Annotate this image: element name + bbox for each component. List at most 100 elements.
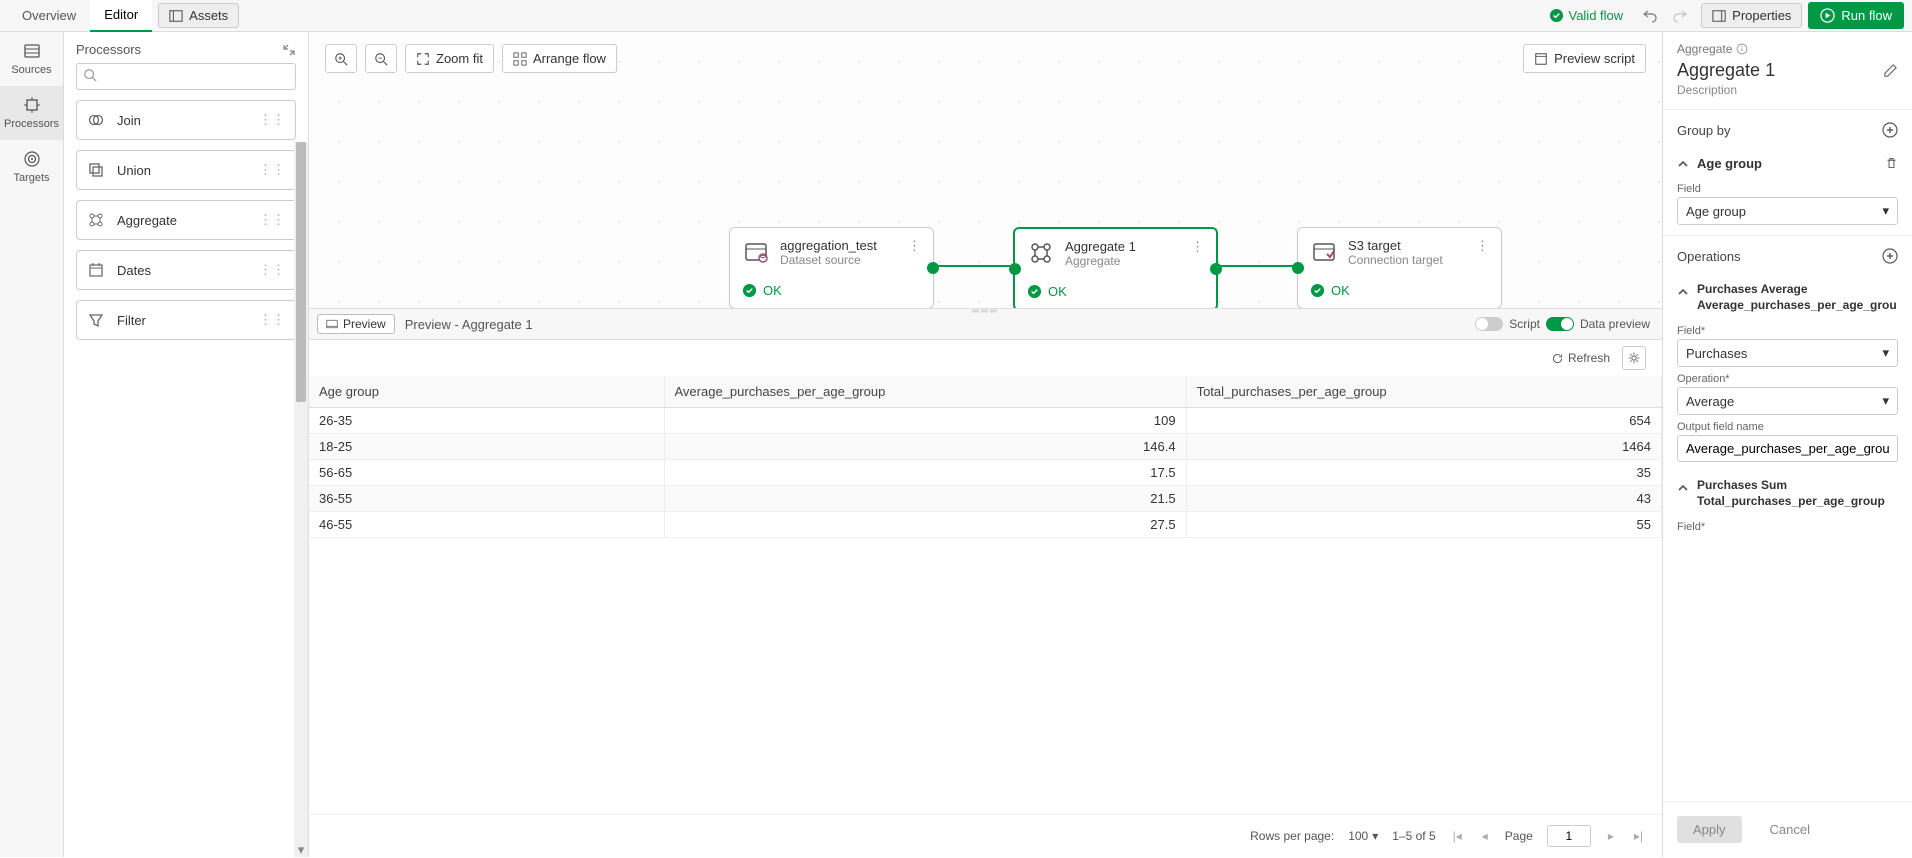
output-port[interactable] (927, 262, 939, 274)
node-menu-button[interactable]: ⋮ (908, 238, 921, 267)
resize-handle[interactable]: ═══ (972, 306, 999, 317)
drag-handle-icon: ⋮⋮ (259, 162, 285, 178)
tab-editor[interactable]: Editor (90, 0, 152, 32)
zoom-fit-button[interactable]: Zoom fit (405, 44, 494, 73)
table-row[interactable]: 18-25146.41464 (309, 434, 1662, 460)
table-cell: 17.5 (664, 460, 1186, 486)
page-input[interactable] (1547, 825, 1591, 847)
table-row[interactable]: 36-5521.543 (309, 486, 1662, 512)
table-row[interactable]: 56-6517.535 (309, 460, 1662, 486)
column-header[interactable]: Age group (309, 376, 664, 408)
zoom-out-button[interactable] (365, 44, 397, 73)
processor-card-join[interactable]: Join⋮⋮ (76, 100, 296, 140)
rows-per-page-label: Rows per page: (1250, 829, 1334, 843)
operation-title: Purchases Sum (1697, 478, 1898, 494)
group-by-header: Group by (1677, 123, 1730, 138)
rail-processors[interactable]: Processors (0, 86, 63, 140)
node-menu-button[interactable]: ⋮ (1191, 239, 1204, 268)
node-title: S3 target (1348, 238, 1443, 253)
output-port[interactable] (1210, 263, 1222, 275)
flow-node-n2[interactable]: Aggregate 1Aggregate⋮OK (1013, 227, 1218, 308)
delete-group-item-button[interactable] (1885, 157, 1898, 170)
input-port[interactable] (1009, 263, 1021, 275)
processor-card-filter[interactable]: Filter⋮⋮ (76, 300, 296, 340)
chevron-down-icon: ▾ (1882, 393, 1889, 409)
flow-node-n3[interactable]: S3 targetConnection target⋮OK (1297, 227, 1502, 308)
processors-panel: Processors Join⋮⋮Union⋮⋮Aggregate⋮⋮Dates… (64, 32, 309, 857)
table-cell: 27.5 (664, 512, 1186, 538)
apply-button[interactable]: Apply (1677, 816, 1742, 843)
table-cell: 1464 (1186, 434, 1661, 460)
rail-sources[interactable]: Sources (0, 32, 63, 86)
preview-toggle-button[interactable]: Preview (317, 314, 395, 334)
table-settings-button[interactable] (1622, 346, 1646, 370)
op-operation-select[interactable]: Average▾ (1677, 387, 1898, 415)
processor-search-input[interactable] (76, 63, 296, 90)
node-title: aggregation_test (780, 238, 877, 253)
table-cell: 36-55 (309, 486, 664, 512)
tab-overview[interactable]: Overview (8, 0, 90, 32)
scroll-down-button[interactable]: ▾ (294, 843, 308, 857)
preview-data-table: Age groupAverage_purchases_per_age_group… (309, 376, 1662, 538)
page-prev-button[interactable]: ◂ (1479, 829, 1491, 843)
table-cell: 55 (1186, 512, 1661, 538)
group-by-field-select[interactable]: Age group ▾ (1677, 197, 1898, 225)
page-last-button[interactable]: ▸| (1631, 829, 1646, 843)
properties-button[interactable]: Properties (1701, 3, 1802, 28)
collapse-op-button[interactable] (1677, 482, 1689, 494)
collapse-op-button[interactable] (1677, 286, 1689, 298)
table-cell: 46-55 (309, 512, 664, 538)
node-title: Aggregate 1 (1677, 60, 1883, 81)
trash-icon (1885, 157, 1898, 170)
table-cell: 21.5 (664, 486, 1186, 512)
aggregate-icon (87, 211, 105, 229)
script-icon (1534, 52, 1548, 66)
redo-button[interactable] (1665, 1, 1695, 31)
cancel-button[interactable]: Cancel (1754, 816, 1826, 843)
collapse-group-item-button[interactable] (1677, 158, 1689, 170)
assets-button[interactable]: Assets (158, 3, 239, 28)
scrollbar-track: ▾ (294, 142, 308, 857)
edit-icon[interactable] (1883, 63, 1898, 78)
target-icon (23, 150, 41, 168)
page-next-button[interactable]: ▸ (1605, 829, 1617, 843)
flow-node-n1[interactable]: aggregation_testDataset source⋮OK (729, 227, 934, 308)
preview-script-button[interactable]: Preview script (1523, 44, 1646, 73)
op-output-field-input[interactable] (1677, 435, 1898, 462)
undo-button[interactable] (1635, 1, 1665, 31)
scrollbar-thumb[interactable] (296, 142, 306, 402)
data-preview-toggle[interactable] (1546, 317, 1574, 331)
node-description[interactable]: Description (1663, 81, 1912, 109)
arrange-flow-button[interactable]: Arrange flow (502, 44, 617, 73)
add-group-by-button[interactable] (1882, 122, 1898, 138)
table-cell: 109 (664, 408, 1186, 434)
zoom-in-button[interactable] (325, 44, 357, 73)
rows-per-page-select[interactable]: 100 ▾ (1348, 829, 1378, 843)
page-first-button[interactable]: |◂ (1450, 829, 1465, 843)
node-subtitle: Aggregate (1065, 254, 1136, 268)
table-cell: 35 (1186, 460, 1661, 486)
column-header[interactable]: Average_purchases_per_age_group (664, 376, 1186, 408)
column-header[interactable]: Total_purchases_per_age_group (1186, 376, 1661, 408)
valid-flow-indicator: Valid flow (1549, 8, 1623, 23)
table-row[interactable]: 46-5527.555 (309, 512, 1662, 538)
drag-handle-icon: ⋮⋮ (259, 112, 285, 128)
info-icon[interactable] (1736, 43, 1748, 55)
processor-card-dates[interactable]: Dates⋮⋮ (76, 250, 296, 290)
op-field-select[interactable]: Purchases▾ (1677, 339, 1898, 367)
run-flow-button[interactable]: Run flow (1808, 2, 1904, 29)
node-menu-button[interactable]: ⋮ (1476, 238, 1489, 267)
table-cell: 26-35 (309, 408, 664, 434)
table-row[interactable]: 26-35109654 (309, 408, 1662, 434)
union-icon (87, 161, 105, 179)
chevron-down-icon: ▾ (1882, 345, 1889, 361)
processor-card-union[interactable]: Union⋮⋮ (76, 150, 296, 190)
collapse-panel-button[interactable] (282, 43, 296, 57)
input-port[interactable] (1292, 262, 1304, 274)
rail-targets[interactable]: Targets (0, 140, 63, 194)
node-type-icon (742, 238, 770, 266)
processor-card-aggregate[interactable]: Aggregate⋮⋮ (76, 200, 296, 240)
add-operation-button[interactable] (1882, 248, 1898, 264)
script-toggle[interactable] (1475, 317, 1503, 331)
refresh-button[interactable]: Refresh (1551, 351, 1610, 365)
